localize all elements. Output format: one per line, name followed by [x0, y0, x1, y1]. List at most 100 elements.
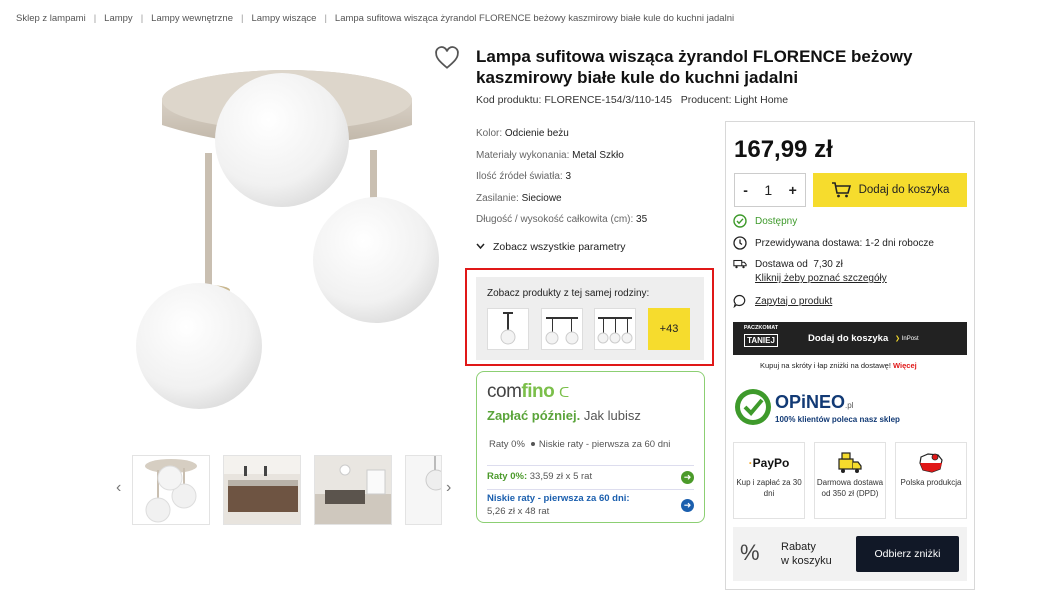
feature-text: Darmowa dostawa od 350 zł (DPD) [816, 478, 884, 498]
family-product-2[interactable] [541, 308, 583, 350]
bullet-icon [530, 442, 535, 446]
breadcrumb-separator: | [140, 13, 144, 24]
opineo-brand: OPiNEO.pl [775, 392, 853, 413]
thumbnail-3[interactable] [314, 455, 392, 525]
paczkomat-text: Dodaj do koszyka [808, 333, 889, 344]
delivery-details-link[interactable]: Kliknij żeby poznać szczegóły [755, 273, 887, 284]
feature-free-delivery: Darmowa dostawa od 350 zł (DPD) [814, 442, 886, 519]
family-product-image [597, 317, 633, 344]
rate-title: Niskie raty - pierwsza za 60 dni: [487, 493, 630, 504]
favorite-heart-icon[interactable] [434, 45, 460, 71]
add-to-cart-label: Dodaj do koszyka [858, 184, 950, 196]
product-code-label: Kod produktu: [476, 94, 542, 106]
producer-label: Producent: [680, 94, 732, 106]
param-row: Kolor: Odcienie beżu [476, 128, 716, 150]
breadcrumb-item-shop[interactable]: Sklep z lampami [16, 13, 86, 24]
rate-value: 5,26 zł x 48 rat [487, 506, 550, 517]
opineo-tagline: 100% klientów poleca nasz sklep [775, 415, 900, 424]
feature-paypo: ·PayPo Kup i zapłać za 30 dni [733, 442, 805, 519]
clock-icon [733, 236, 747, 250]
feature-text: Polska produkcja [900, 478, 962, 487]
inpost-logo: ❯ InPost [895, 336, 919, 342]
param-row: Materiały wykonania: Metal Szkło [476, 150, 716, 172]
breadcrumb-item-indoor-lamps[interactable]: Lampy wewnętrzne [151, 13, 233, 24]
delivery-from-price: 7,30 zł [813, 258, 843, 270]
breadcrumb-item-hanging-lamps[interactable]: Lampy wiszące [251, 13, 316, 24]
breadcrumb-current: Lampa sufitowa wisząca żyrandol FLORENCE… [334, 13, 735, 24]
param-label: Ilość źródeł światła: [476, 171, 563, 183]
thumbnail-1[interactable] [132, 455, 210, 525]
arrow-right-icon[interactable]: ➜ [681, 499, 694, 512]
check-circle-icon [733, 214, 747, 228]
delivery-time-text: Przewidywana dostawa: 1-2 dni robocze [755, 237, 934, 249]
qty-value[interactable]: 1 [764, 182, 772, 198]
ask-about-product-row[interactable]: Zapytaj o produkt [733, 294, 832, 308]
param-row: Zasilanie: Sieciowe [476, 193, 716, 215]
chevron-left-icon[interactable]: ‹ [116, 479, 121, 497]
param-value: Metal Szkło [572, 149, 624, 161]
see-all-params-link[interactable]: Zobacz wszystkie parametry [476, 241, 625, 253]
comfino-slogan: Zapłać później. Jak lubisz [487, 408, 641, 423]
breadcrumb: Sklep z lampami | Lampy | Lampy wewnętrzne… [16, 13, 734, 24]
rate-title: Raty 0%: [487, 471, 528, 482]
param-row: Ilość źródeł światła: 3 [476, 171, 716, 193]
inpost-text: InPost [901, 336, 919, 342]
breadcrumb-separator: | [241, 13, 244, 24]
thumbnail-kitchen-image [224, 456, 300, 524]
param-label: Materiały wykonania: [476, 149, 570, 161]
thumbnail-4[interactable] [405, 455, 442, 525]
comfino-rate-row-1[interactable]: Raty 0%: 33,59 zł x 5 rat ➜ [487, 465, 694, 489]
availability-row: Dostępny [733, 214, 797, 228]
thumbnail-2[interactable] [223, 455, 301, 525]
family-more-button[interactable]: +43 [648, 308, 690, 350]
product-price: 167,99 zł [734, 136, 833, 163]
comfino-logo-part: fino [521, 381, 555, 402]
discount-text: Rabaty w koszyku [781, 540, 832, 568]
product-main-image[interactable] [132, 45, 452, 425]
availability-status: Dostępny [755, 215, 798, 227]
see-all-params-label: Zobacz wszystkie parametry [493, 241, 626, 253]
param-label: Kolor: [476, 128, 503, 139]
paczkomat-note-text: Kupuj na skróty i łap zniżki na dostawę! [760, 361, 891, 370]
comfino-mark-icon: ᑕ [559, 384, 569, 400]
comfino-rate-row-2[interactable]: Niskie raty - pierwsza za 60 dni: 5,26 z… [487, 489, 694, 519]
producer-name[interactable]: Light Home [734, 94, 788, 106]
chevron-right-icon[interactable]: › [446, 479, 451, 497]
family-product-image [545, 317, 579, 345]
paczkomat-note: Kupuj na skróty i łap zniżki na dostawę!… [760, 361, 917, 370]
breadcrumb-item-lamps[interactable]: Lampy [104, 13, 133, 24]
chat-bubble-icon [733, 294, 746, 308]
qty-minus-button[interactable]: - [743, 182, 748, 198]
comfino-option: Niskie raty - pierwsza za 60 dni [538, 439, 671, 450]
product-code-line: Kod produktu: FLORENCE-154/3/110-145 Pro… [476, 94, 788, 106]
paczkomat-logo: PACZKOMAT TANIEJ [740, 325, 782, 352]
thumbnail-detail-image [406, 456, 441, 524]
qty-plus-button[interactable]: + [789, 182, 797, 198]
poland-map-icon [896, 449, 966, 477]
comfino-slogan-b: Jak lubisz [583, 408, 641, 423]
paypo-logo: ·PayPo [748, 455, 790, 470]
family-product-3[interactable] [594, 308, 636, 350]
ask-about-product-link[interactable]: Zapytaj o produkt [755, 296, 832, 307]
delivery-time-row: Przewidywana dostawa: 1-2 dni robocze [733, 236, 934, 250]
thumbnail-living-room-image [315, 456, 391, 524]
rate-value: 33,59 zł x 5 rat [529, 471, 593, 482]
param-row: Długość / wysokość całkowita (cm): 35 [476, 214, 716, 236]
comfino-options: Raty 0% Niskie raty - pierwsza za 60 dni [489, 439, 670, 450]
product-params: Kolor: Odcienie beżu Materiały wykonania… [476, 128, 716, 236]
delivery-cost-row: Dostawa od 7,30 zł [733, 257, 843, 271]
arrow-right-icon[interactable]: ➜ [681, 471, 694, 484]
paczkomat-more-link[interactable]: Więcej [893, 361, 917, 370]
feature-polish-production: Polska produkcja [895, 442, 967, 519]
paypo-title: PayPo [752, 455, 790, 470]
add-to-cart-button[interactable]: Dodaj do koszyka [813, 173, 967, 207]
percent-icon: % [740, 540, 760, 565]
param-value: Odcienie beżu [504, 128, 569, 139]
truck-icon [733, 259, 747, 269]
product-code: FLORENCE-154/3/110-145 [544, 94, 672, 106]
param-label: Długość / wysokość całkowita (cm): [476, 214, 634, 226]
family-product-1[interactable] [487, 308, 529, 350]
breadcrumb-separator: | [324, 13, 327, 24]
param-value: 3 [565, 171, 572, 183]
claim-discount-button[interactable]: Odbierz zniżki [856, 536, 959, 572]
